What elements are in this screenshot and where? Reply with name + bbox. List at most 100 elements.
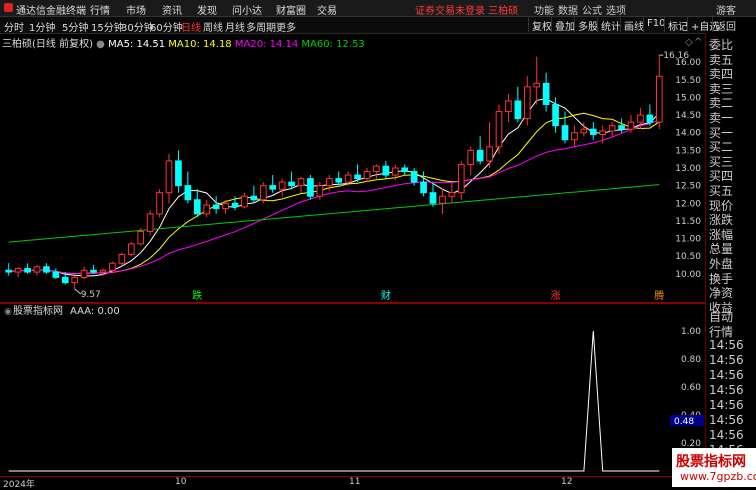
tick-time-label: 14:56 <box>709 413 744 427</box>
candle-body <box>80 269 88 278</box>
low-annotation: 9.57 <box>81 290 101 300</box>
tab-back[interactable]: 返回 <box>712 17 739 33</box>
candle-body <box>571 132 578 141</box>
candle-body <box>288 181 295 187</box>
watermark-url: www.7gpzb.com <box>680 470 756 483</box>
candle-body <box>486 146 493 162</box>
price-tick-label: 13.00 <box>675 164 701 174</box>
tab-5min[interactable]: 5分钟 <box>62 19 88 34</box>
expand-icon[interactable]: ◇ <box>685 37 693 48</box>
candle-body <box>599 130 607 135</box>
high-annotation: 16.16 <box>663 51 689 61</box>
date-label: 11 <box>349 477 361 487</box>
login-warning[interactable]: 证券交易未登录 三柏硕 <box>415 2 518 17</box>
tick-time-label: 14:56 <box>709 383 744 397</box>
menu-discover[interactable]: 发现 <box>197 2 217 17</box>
candle-body <box>533 82 541 88</box>
tick-time-label: 14:56 <box>709 368 744 382</box>
candle-body <box>231 202 239 208</box>
signal-marker: 腾 <box>654 289 664 302</box>
tick-time-label: 14:56 <box>709 338 744 352</box>
user-guest[interactable]: 游客 <box>716 2 736 17</box>
ma60-line <box>8 184 660 243</box>
scroll-up-icon[interactable]: ^ <box>694 37 702 48</box>
quote-panel: 委比 卖五 卖四 卖三 卖二 卖一 买一 买二 买三 买四 买五 现价 涨跌 涨幅 总量 外盘 换手 净资 收益 自动… <box>705 33 756 487</box>
candle-body <box>325 178 333 187</box>
candle-body <box>99 269 107 273</box>
tab-more[interactable]: 更多 <box>276 19 296 34</box>
candle-body <box>109 262 116 271</box>
ma20-line <box>8 119 660 275</box>
candle-body <box>222 202 229 210</box>
candle-body <box>156 192 163 215</box>
candle-body <box>382 165 390 176</box>
price-tick-label: 10.00 <box>675 270 701 280</box>
tab-daily[interactable]: 日线 <box>181 19 201 34</box>
date-axis: 2024年 10 11 12 <box>0 476 705 490</box>
candle-body <box>71 276 79 284</box>
menu-formula[interactable]: 公式 <box>582 2 602 17</box>
menu-wealth[interactable]: 财富圈 <box>276 2 306 17</box>
menu-quotes[interactable]: 行情 <box>90 2 110 17</box>
menu-options[interactable]: 选项 <box>606 2 626 17</box>
price-tick-label: 10.50 <box>675 252 701 262</box>
candle-body <box>410 171 418 183</box>
candle-body <box>14 268 22 273</box>
indicator-settings-icon[interactable]: ◉ <box>4 307 12 317</box>
tab-1min[interactable]: 1分钟 <box>29 19 55 34</box>
tab-timeshare[interactable]: 分时 <box>4 19 24 34</box>
candle-body <box>363 171 371 180</box>
date-label: 2024年 <box>3 480 35 490</box>
candle-body <box>297 178 305 187</box>
candle-body <box>373 165 380 173</box>
title-bar: 通达信金融终端 行情 市场 资讯 发现 问小达 财富圈 交易 证券交易未登录 三… <box>0 0 756 17</box>
app-logo-icon <box>4 3 13 12</box>
candle-body <box>637 114 644 123</box>
watermark-title: 股票指标网 <box>676 454 746 470</box>
tab-30min[interactable]: 30分钟 <box>121 19 154 34</box>
tick-time-label: 14:56 <box>709 398 744 412</box>
sub-tick-label: 1.00 <box>681 327 701 337</box>
menu-news[interactable]: 资讯 <box>162 2 182 17</box>
signal-marker: 跌 <box>192 289 202 302</box>
price-tick-label: 14.00 <box>675 129 701 139</box>
candle-body <box>439 195 446 204</box>
candle-body <box>52 271 60 278</box>
candle-body <box>278 181 286 190</box>
price-tick-label: 14.50 <box>675 111 701 121</box>
candle-body <box>561 125 569 141</box>
tab-monthly[interactable]: 月线 <box>225 19 245 34</box>
sub-tick-label: 0.80 <box>681 355 701 365</box>
menu-ask[interactable]: 问小达 <box>232 2 262 17</box>
candle-body <box>655 75 663 123</box>
indicator-chart[interactable]: ◉ 股票指标网 AAA: 0.00 1.000.800.600.400.200.… <box>0 303 705 476</box>
candle-body <box>24 268 31 273</box>
candle-body <box>175 160 182 187</box>
candle-body <box>646 114 654 123</box>
tab-weekly[interactable]: 周线 <box>203 19 223 34</box>
menu-data[interactable]: 数据 <box>558 2 578 17</box>
candle-body <box>316 185 324 197</box>
candle-body <box>146 213 154 233</box>
price-tick-label: 12.50 <box>675 182 701 192</box>
candle-body <box>391 167 399 176</box>
tab-15min[interactable]: 15分钟 <box>91 19 124 34</box>
candle-body <box>165 160 173 194</box>
candle-body <box>137 231 145 245</box>
candle-body <box>448 192 456 197</box>
tab-multi-period[interactable]: 多周期 <box>246 19 276 34</box>
tick-time-label: 14:56 <box>709 428 744 442</box>
price-tick-label: 11.50 <box>675 217 701 227</box>
candle-body <box>354 174 361 180</box>
signal-marker: 涨 <box>551 290 561 302</box>
menu-trade[interactable]: 交易 <box>317 2 337 17</box>
candlestick-chart[interactable]: 16.0015.5015.0014.5014.0013.5013.0012.50… <box>0 33 705 303</box>
menu-market[interactable]: 市场 <box>126 2 146 17</box>
candle-body <box>542 82 550 105</box>
indicator-title[interactable]: 股票指标网 <box>13 304 63 317</box>
menu-function[interactable]: 功能 <box>534 2 554 17</box>
candle-body <box>618 125 625 130</box>
tab-60min[interactable]: 60分钟 <box>150 19 183 34</box>
sub-tick-label: 0.60 <box>681 383 701 393</box>
candle-body <box>429 192 437 204</box>
